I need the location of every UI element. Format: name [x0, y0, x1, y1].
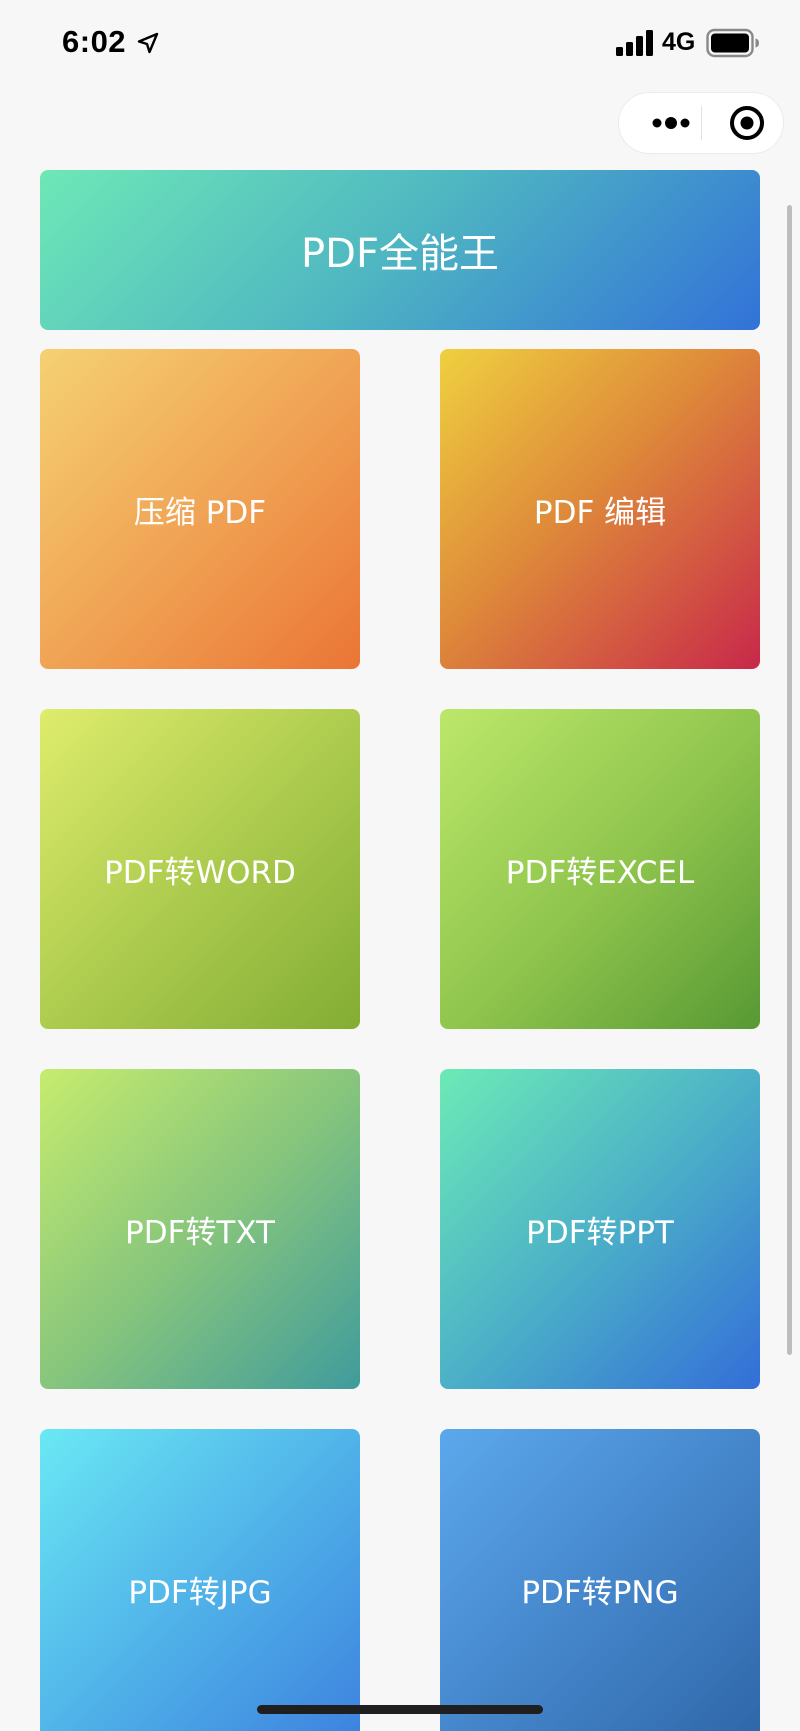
tile-pdf-to-jpg[interactable]: PDF转JPG	[40, 1429, 360, 1731]
tile-pdf-to-ppt[interactable]: PDF转PPT	[440, 1069, 760, 1389]
tile-label: PDF转JPG	[128, 1574, 272, 1611]
battery-icon	[706, 28, 759, 58]
app-title: PDF全能王	[301, 231, 499, 277]
tile-pdf-to-png[interactable]: PDF转PNG	[440, 1429, 760, 1731]
status-bar: 6:02 4G	[0, 0, 800, 88]
tile-compress-pdf[interactable]: 压缩 PDF	[40, 349, 360, 669]
more-dots-icon[interactable]	[643, 93, 699, 153]
capsule-divider	[701, 106, 702, 140]
tile-label: PDF转WORD	[104, 854, 296, 891]
tile-label: PDF转TXT	[125, 1214, 275, 1251]
close-target-icon[interactable]	[719, 93, 775, 153]
tile-pdf-edit[interactable]: PDF 编辑	[440, 349, 760, 669]
tile-label: PDF转PPT	[526, 1214, 674, 1251]
signal-icon	[616, 30, 653, 56]
home-indicator[interactable]	[257, 1705, 543, 1714]
location-arrow-icon	[137, 32, 159, 54]
tile-label: 压缩 PDF	[133, 494, 267, 531]
scrollbar[interactable]	[787, 205, 792, 1355]
tile-pdf-to-word[interactable]: PDF转WORD	[40, 709, 360, 1029]
network-type: 4G	[662, 28, 696, 56]
app-title-banner: PDF全能王	[40, 170, 760, 330]
page: 6:02 4G PDF全能王 压缩 PDF PDF 编辑 PDF转WORD PD…	[0, 0, 800, 1731]
tile-pdf-to-txt[interactable]: PDF转TXT	[40, 1069, 360, 1389]
tile-pdf-to-excel[interactable]: PDF转EXCEL	[440, 709, 760, 1029]
tile-label: PDF 编辑	[533, 494, 667, 531]
mini-program-capsule	[618, 92, 784, 154]
tile-label: PDF转EXCEL	[505, 854, 695, 891]
status-time: 6:02	[62, 24, 127, 59]
tile-label: PDF转PNG	[521, 1574, 679, 1611]
